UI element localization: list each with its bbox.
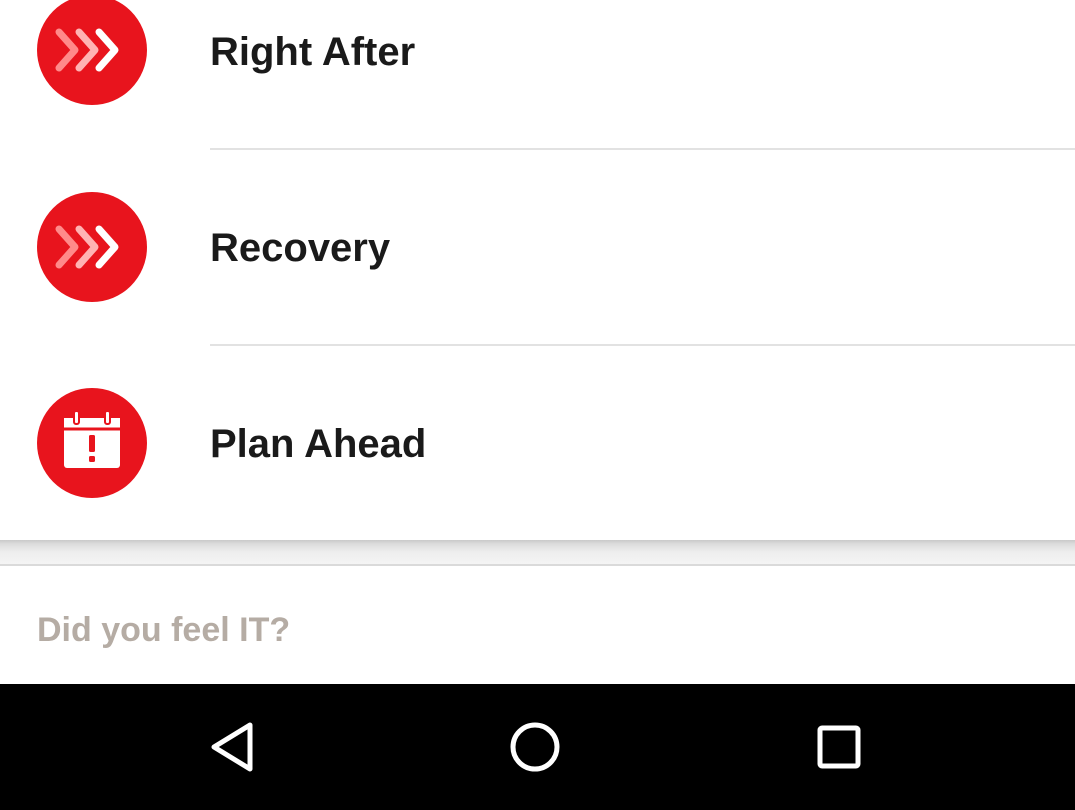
- menu-item-recovery[interactable]: Recovery: [0, 150, 1075, 346]
- recents-button[interactable]: [799, 707, 879, 787]
- menu-item-plan-ahead[interactable]: Plan Ahead: [0, 346, 1075, 542]
- fast-forward-icon: [37, 192, 147, 302]
- back-triangle-icon: [211, 722, 253, 772]
- home-button[interactable]: [495, 707, 575, 787]
- system-navigation-bar: [0, 684, 1075, 810]
- fast-forward-icon: [37, 0, 147, 105]
- feel-it-section[interactable]: Did you feel IT?: [0, 566, 1075, 684]
- recents-square-icon: [817, 725, 861, 769]
- menu-item-label: Recovery: [210, 226, 391, 270]
- feel-it-prompt: Did you feel IT?: [37, 611, 291, 649]
- section-divider: [0, 540, 1075, 566]
- app-screen: Right After Recovery Plan Ahead Did you …: [0, 0, 1075, 810]
- menu-item-label: Plan Ahead: [210, 422, 427, 466]
- menu-item-label: Right After: [210, 30, 416, 74]
- home-circle-icon: [510, 722, 560, 772]
- calendar-alert-icon: [37, 388, 147, 498]
- back-button[interactable]: [193, 707, 273, 787]
- menu-list: Right After Recovery Plan Ahead: [0, 0, 1075, 540]
